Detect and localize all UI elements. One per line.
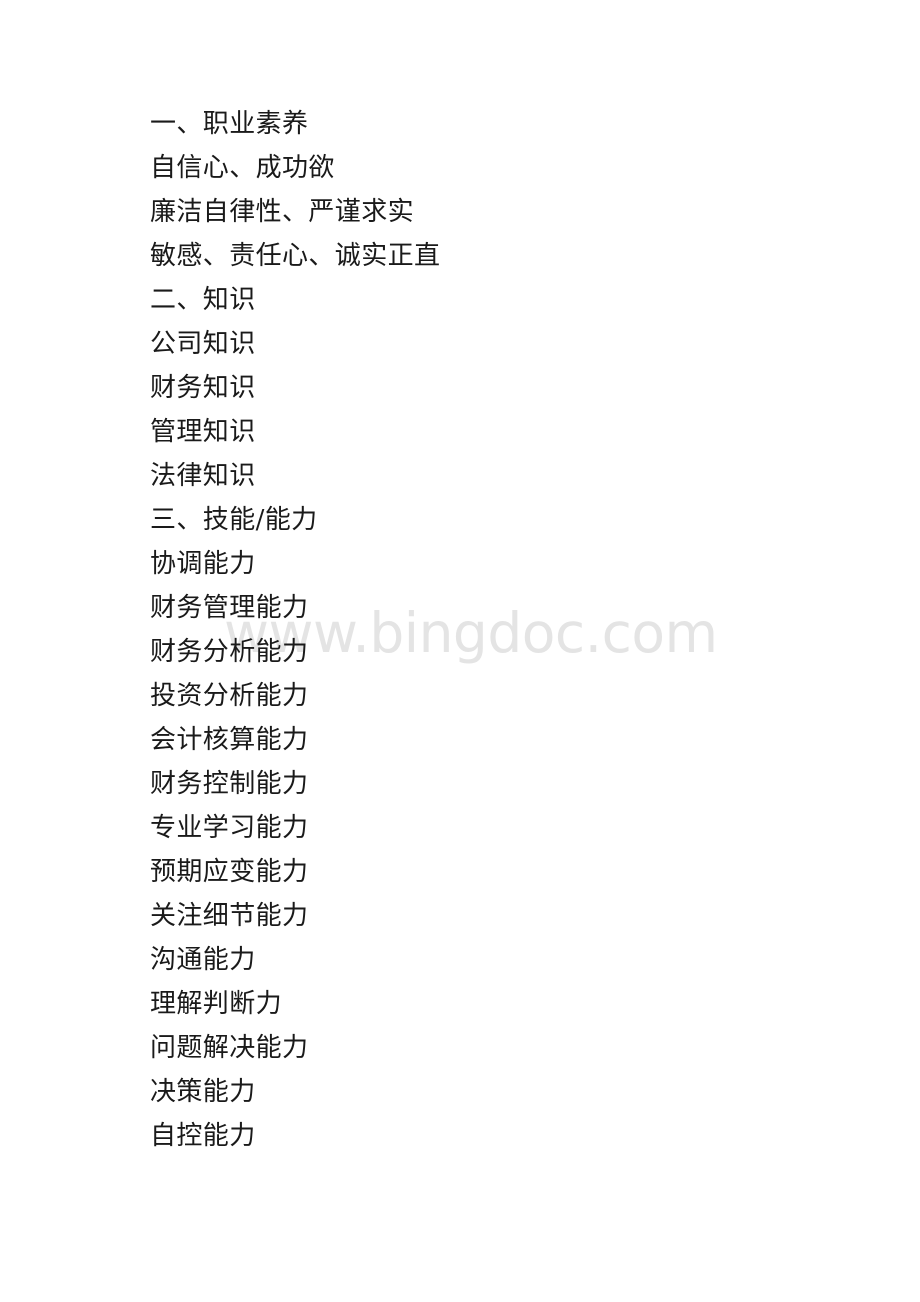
text-line: 协调能力 <box>150 549 256 579</box>
text-line: 财务知识 <box>150 373 256 403</box>
text-line: 公司知识 <box>150 329 256 359</box>
text-line: 财务管理能力 <box>150 593 309 623</box>
text-line: 廉洁自律性、严谨求实 <box>150 197 415 227</box>
text-line: 自控能力 <box>150 1121 256 1151</box>
text-line: 关注细节能力 <box>150 901 309 931</box>
text-line: 问题解决能力 <box>150 1033 309 1063</box>
section-heading: 二、知识 <box>150 285 256 315</box>
text-line: 理解判断力 <box>150 989 283 1019</box>
text-line: 财务分析能力 <box>150 637 309 667</box>
text-line: 敏感、责任心、诚实正直 <box>150 241 441 271</box>
text-line: 管理知识 <box>150 417 256 447</box>
document-text-body: 一、职业素养 自信心、成功欲廉洁自律性、严谨求实 敏感、责任心、诚实正直 二、知识公司… <box>0 0 920 1158</box>
text-line: 预期应变能力 <box>150 857 309 887</box>
section-heading: 一、职业素养 <box>150 109 309 139</box>
document-page: www.bingdoc.com 一、职业素养 自信心、成功欲 廉洁自律性、严谨求实敏… <box>0 0 920 1302</box>
text-line: 法律知识 <box>150 461 256 491</box>
text-line: 投资分析能力 <box>150 681 309 711</box>
text-line: 决策能力 <box>150 1077 256 1107</box>
text-line: 专业学习能力 <box>150 813 309 843</box>
text-line: 沟通能力 <box>150 945 256 975</box>
section-heading: 三、技能/能力 <box>150 505 318 535</box>
text-line: 财务控制能力 <box>150 769 309 799</box>
text-line: 会计核算能力 <box>150 725 309 755</box>
text-line: 自信心、成功欲 <box>150 153 335 183</box>
